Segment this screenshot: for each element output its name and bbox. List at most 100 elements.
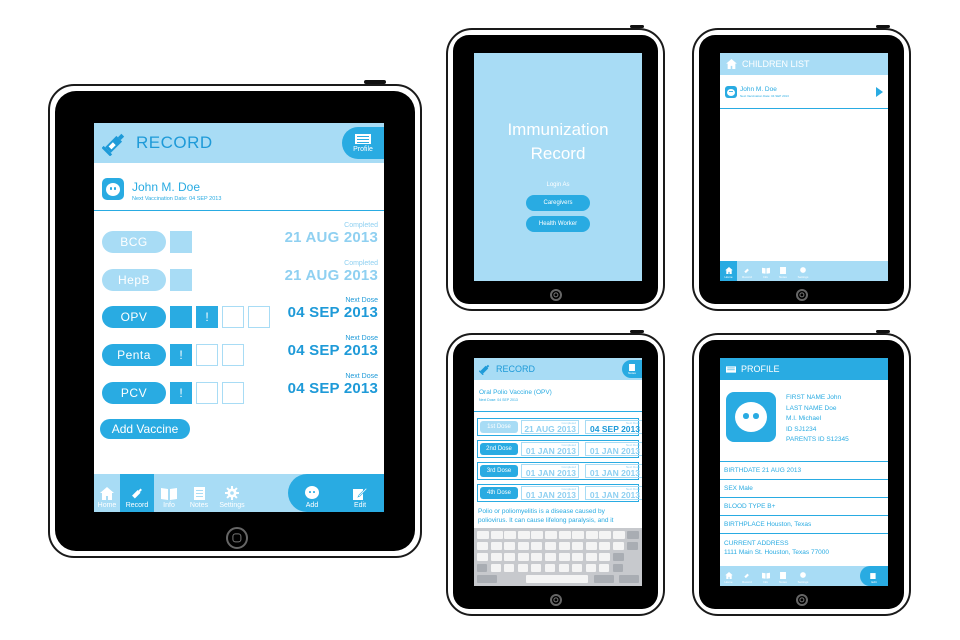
vaccine-button[interactable]: PCV [102, 382, 166, 404]
vaccine-button[interactable]: OPV [102, 306, 166, 328]
dose-button[interactable]: 2nd Dose [480, 443, 518, 455]
keyboard-key[interactable] [477, 575, 497, 583]
keyboard-key[interactable] [490, 542, 502, 550]
keyboard-key[interactable] [626, 531, 639, 539]
keyboard-key[interactable] [531, 542, 543, 550]
tab-info[interactable]: Info [757, 566, 774, 586]
keyboard-key[interactable] [572, 564, 583, 572]
keyboard-key[interactable] [531, 553, 543, 561]
dose-box[interactable]: ! [170, 382, 192, 404]
dose-box[interactable] [170, 306, 192, 328]
vaccine-row[interactable]: BCG [102, 231, 192, 253]
keyboard-key[interactable] [613, 542, 624, 550]
vaccine-button[interactable]: HepB [102, 269, 166, 291]
tab-add[interactable]: Add [288, 474, 336, 512]
keyboard-key[interactable] [613, 564, 623, 572]
dose-box[interactable] [222, 382, 244, 404]
vaccine-button[interactable]: BCG [102, 231, 166, 253]
dose-next-cell[interactable]: Next Dose 04 SEP 2013 [585, 420, 642, 434]
keyboard-key[interactable] [545, 564, 555, 572]
keyboard-key[interactable] [477, 531, 489, 539]
vaccine-row[interactable]: OPV! [102, 306, 270, 328]
keyboard-key[interactable] [572, 531, 585, 539]
keyboard-key[interactable] [558, 542, 570, 550]
dose-completed-cell[interactable]: Completed 01 JAN 2013 [521, 464, 579, 478]
vaccine-row[interactable]: Penta! [102, 344, 244, 366]
tab-info[interactable]: Info [154, 474, 184, 512]
dose-completed-cell[interactable]: Completed 01 JAN 2013 [521, 486, 579, 500]
keyboard-key[interactable] [545, 531, 557, 539]
tab-record[interactable]: Record [120, 474, 154, 512]
dose-row[interactable]: 4th Dose Completed 01 JAN 2013 Next Dose 01 … [477, 484, 642, 502]
keyboard-key[interactable] [545, 553, 556, 561]
tab-home[interactable]: Home [94, 474, 120, 512]
dose-next-cell[interactable]: Next Dose 01 JAN 2013 [585, 486, 642, 500]
tab-home[interactable]: Home [720, 261, 737, 281]
child-summary[interactable]: John M. Doe Next Vaccination Date: 04 SE… [94, 163, 384, 211]
keyboard-key[interactable] [517, 542, 529, 550]
tab-settings[interactable]: Settings [214, 474, 250, 512]
keyboard-key[interactable] [619, 575, 639, 583]
dose-box[interactable]: ! [170, 344, 192, 366]
tab-record[interactable]: Record [737, 261, 757, 281]
caregivers-button[interactable]: Caregivers [526, 195, 590, 211]
keyboard-key[interactable] [490, 553, 502, 561]
onscreen-keyboard[interactable] [474, 528, 642, 586]
keyboard-key[interactable] [599, 531, 612, 539]
dose-box[interactable] [196, 382, 218, 404]
keyboard-key[interactable] [504, 564, 515, 572]
keyboard-key[interactable] [558, 564, 569, 572]
tab-notes[interactable]: Notes [774, 261, 792, 281]
health-worker-button[interactable]: Health Worker [526, 216, 590, 232]
tab-record[interactable]: Record [737, 566, 757, 586]
keyboard-key[interactable] [517, 553, 529, 561]
dose-box[interactable] [196, 344, 218, 366]
dose-row[interactable]: 3rd Dose Completed 01 JAN 2013 Next Dose 01 … [477, 462, 642, 480]
keyboard-key[interactable] [585, 542, 597, 550]
keyboard-key[interactable] [599, 553, 611, 561]
dose-next-cell[interactable]: Next Dose 01 JAN 2013 [585, 464, 642, 478]
dose-button[interactable]: 1st Dose [480, 421, 518, 433]
tab-edit[interactable]: Edit [336, 474, 384, 512]
dose-box[interactable]: ! [196, 306, 218, 328]
keyboard-key[interactable] [531, 564, 542, 572]
keyboard-key[interactable] [613, 531, 625, 539]
keyboard-key[interactable] [585, 553, 597, 561]
child-list-item[interactable]: John M. Doe Next Vaccination Date: 04 SE… [720, 75, 888, 109]
keyboard-key[interactable] [599, 564, 610, 572]
keyboard-key[interactable] [490, 564, 501, 572]
keyboard-key[interactable] [504, 542, 516, 550]
keyboard-key[interactable] [558, 531, 571, 539]
dose-box[interactable] [222, 306, 244, 328]
keyboard-key[interactable] [504, 553, 516, 561]
dose-row[interactable]: 1st Dose Completed 21 AUG 2013 Next Dose 04 … [477, 418, 642, 436]
tab-notes[interactable]: Notes [774, 566, 792, 586]
keyboard-key[interactable] [517, 531, 530, 539]
keyboard-key[interactable] [626, 542, 638, 550]
dose-next-cell[interactable]: Next Dose 01 JAN 2013 [585, 442, 642, 456]
notes-button[interactable]: Notes [622, 360, 642, 378]
tab-info[interactable]: Info [757, 261, 774, 281]
vaccine-button[interactable]: Penta [102, 344, 166, 366]
keyboard-key[interactable] [599, 542, 611, 550]
keyboard-key[interactable] [477, 553, 488, 561]
tab-notes[interactable]: Notes [184, 474, 214, 512]
dose-box[interactable] [170, 231, 192, 253]
keyboard-key[interactable] [572, 553, 584, 561]
add-vaccine-button[interactable]: Add Vaccine [100, 419, 190, 439]
tab-home[interactable]: Home [720, 566, 737, 586]
keyboard-key[interactable] [613, 553, 624, 561]
vaccine-row[interactable]: HepB [102, 269, 192, 291]
keyboard-spacebar[interactable] [526, 575, 588, 583]
tab-settings[interactable]: Settings [792, 261, 814, 281]
keyboard-key[interactable] [545, 542, 556, 550]
vaccine-row[interactable]: PCV! [102, 382, 244, 404]
keyboard-key[interactable] [531, 531, 544, 539]
dose-completed-cell[interactable]: Completed 01 JAN 2013 [521, 442, 579, 456]
keyboard-key[interactable] [585, 531, 598, 539]
dose-box[interactable] [170, 269, 192, 291]
keyboard-key[interactable] [517, 564, 528, 572]
dose-row[interactable]: 2nd Dose Completed 01 JAN 2013 Next Dose 01 … [477, 440, 642, 458]
keyboard-key[interactable] [572, 542, 584, 550]
keyboard-key[interactable] [585, 564, 596, 572]
